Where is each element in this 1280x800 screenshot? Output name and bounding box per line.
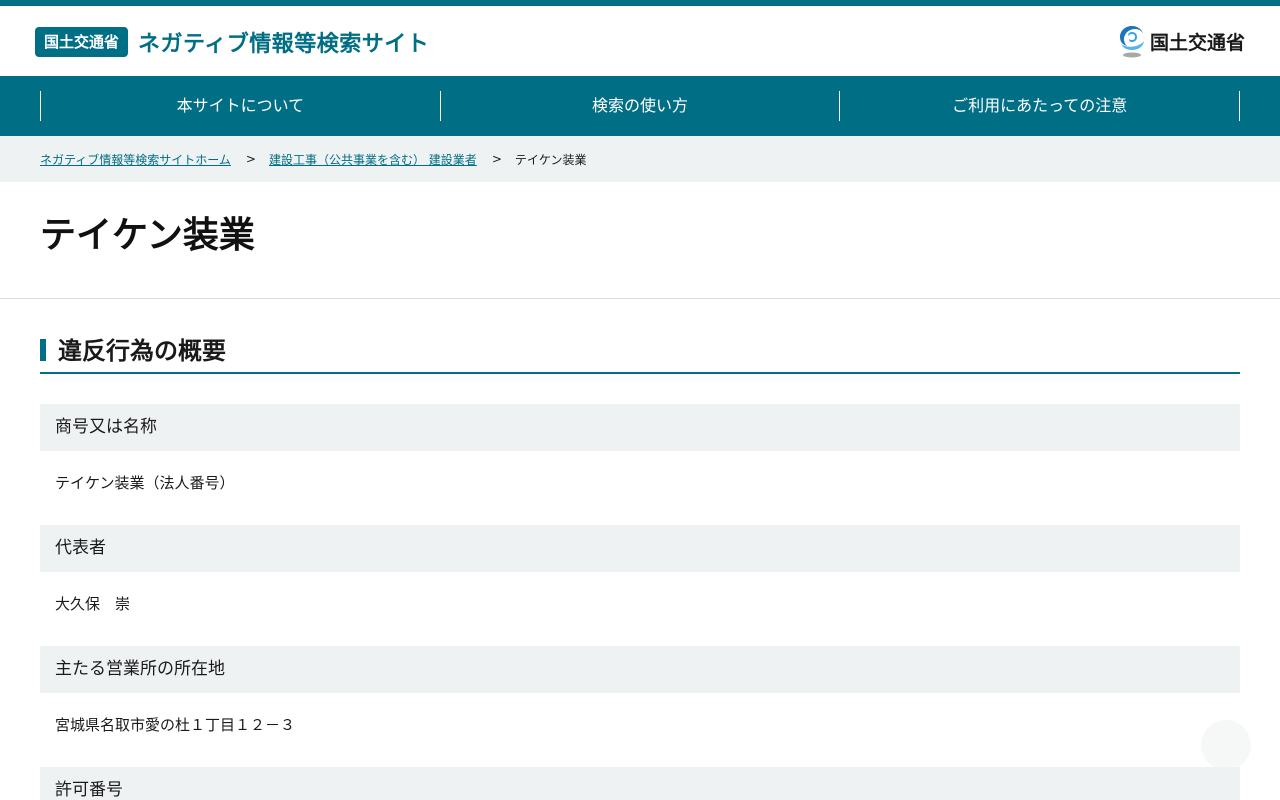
mlit-logo[interactable]: 国土交通省 xyxy=(1118,24,1245,58)
breadcrumb-separator: > xyxy=(491,152,502,166)
page-top-button[interactable] xyxy=(1201,720,1251,770)
info-value-representative: 大久保 崇 xyxy=(55,595,131,613)
site-header: 国土交通省 ネガティブ情報等検索サイト 国土交通省 xyxy=(0,6,1280,76)
page-heading-area: テイケン装業 xyxy=(0,182,1280,299)
mlit-logo-icon xyxy=(1118,24,1146,58)
violation-info-list: 商号又は名称 テイケン装業（法人番号） 代表者 大久保 崇 主たる営業所の所在地… xyxy=(40,404,1240,800)
global-nav: 本サイトについて 検索の使い方 ご利用にあたっての注意 xyxy=(0,76,1280,136)
info-term-main-office-address: 主たる営業所の所在地 xyxy=(40,646,1240,693)
section-title: 違反行為の概要 xyxy=(40,337,1240,374)
site-title: ネガティブ情報等検索サイト xyxy=(138,32,430,57)
nav-item-about[interactable]: 本サイトについて xyxy=(40,91,440,121)
nav-item-how-to-search[interactable]: 検索の使い方 xyxy=(439,91,840,121)
info-term-company-name: 商号又は名称 xyxy=(40,404,1240,451)
page-title: テイケン装業 xyxy=(40,215,255,256)
mlit-logo-text: 国土交通省 xyxy=(1149,31,1245,54)
breadcrumb: ネガティブ情報等検索サイトホーム > 建設工事（公共事業を含む） 建設業者 > … xyxy=(0,136,1280,182)
info-term-license-number: 許可番号 xyxy=(40,767,1240,800)
main-content: 違反行為の概要 商号又は名称 テイケン装業（法人番号） 代表者 大久保 崇 主た… xyxy=(0,299,1280,800)
info-value-company-name: テイケン装業（法人番号） xyxy=(55,474,235,492)
breadcrumb-current: テイケン装業 xyxy=(514,152,587,167)
breadcrumb-separator: > xyxy=(245,152,256,166)
breadcrumb-home-link[interactable]: ネガティブ情報等検索サイトホーム xyxy=(40,151,231,168)
breadcrumb-category-link[interactable]: 建設工事（公共事業を含む） 建設業者 xyxy=(269,151,477,168)
ministry-badge: 国土交通省 xyxy=(35,27,129,57)
site-brand-link[interactable]: 国土交通省 ネガティブ情報等検索サイト xyxy=(35,26,429,58)
info-value-main-office-address: 宮城県名取市愛の杜１丁目１２－３ xyxy=(55,716,296,734)
info-term-representative: 代表者 xyxy=(40,525,1240,572)
nav-item-usage-notes[interactable]: ご利用にあたっての注意 xyxy=(839,91,1241,121)
